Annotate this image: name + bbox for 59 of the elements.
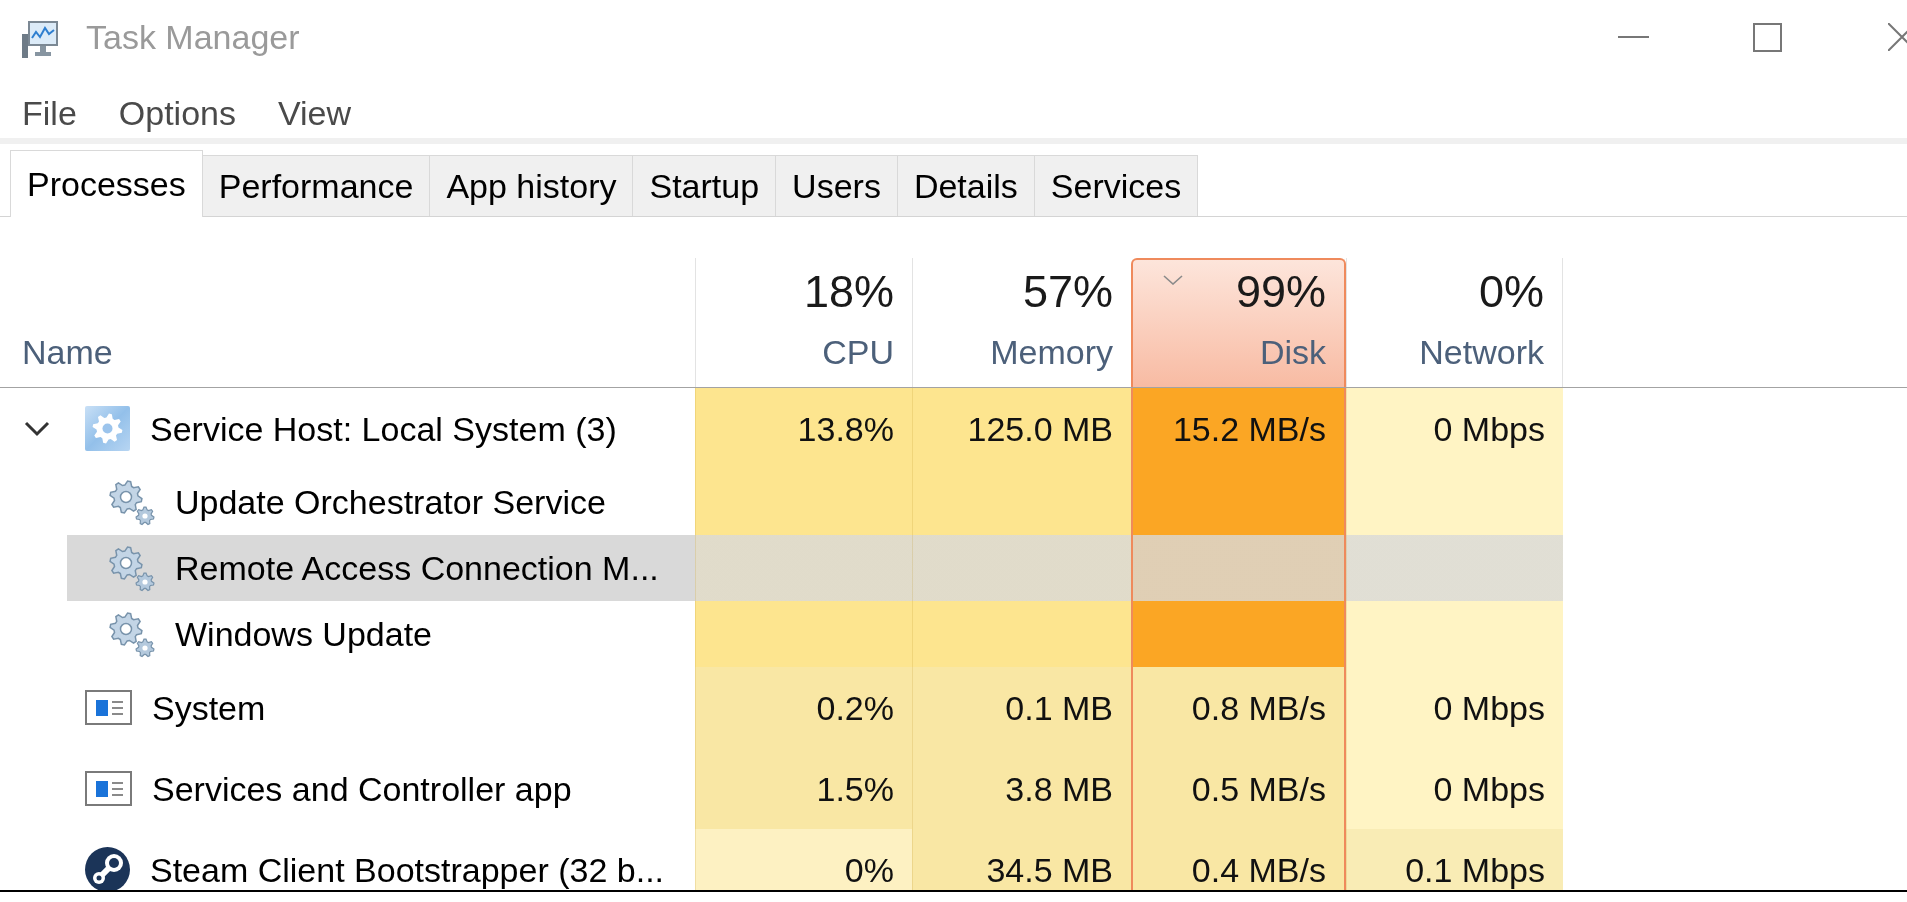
minimize-icon — [1617, 36, 1649, 38]
column-header[interactable]: 0% Network — [1346, 258, 1563, 387]
gears-icon — [107, 478, 155, 526]
usage-total: 18% — [803, 266, 894, 318]
expand-chevron-icon[interactable] — [24, 420, 50, 437]
process-row[interactable]: Steam Client Bootstrapper (32 b... 0% 34.5 MB 0.4 MB/s 0.1 Mbps — [0, 829, 1563, 890]
window-title: Task Manager — [86, 17, 300, 57]
table-cell: 0.8 MB/s — [1131, 667, 1346, 748]
table-cell: 0 Mbps — [1346, 748, 1563, 829]
gears-icon — [107, 610, 155, 658]
close-icon — [1888, 23, 1907, 51]
table-cell: 0.5 MB/s — [1131, 748, 1346, 829]
process-row[interactable]: Services and Controller app 1.5% 3.8 MB 0.5 MB/s 0 Mbps — [0, 748, 1563, 829]
table-cell: 0 Mbps — [1346, 667, 1563, 748]
maximize-icon — [1752, 22, 1782, 52]
process-row[interactable]: Windows Update — [0, 601, 1563, 667]
usage-total: 99% — [1235, 266, 1326, 318]
table-cell: 0.4 MB/s — [1131, 829, 1346, 890]
process-row[interactable]: Update Orchestrator Service — [0, 469, 1563, 535]
gear-tile-icon — [85, 406, 130, 451]
table-cell: 0.2% — [695, 667, 912, 748]
process-row[interactable]: Service Host: Local System (3) 13.8% 125.0 MB 15.2 MB/s 0 Mbps — [0, 388, 1563, 469]
table-cell: 3.8 MB — [912, 748, 1131, 829]
table-cell: 125.0 MB — [912, 388, 1131, 469]
table-cell: 0.1 MB — [912, 667, 1131, 748]
column-header[interactable]: 99% Disk — [1131, 258, 1346, 387]
table-cell: 0% — [695, 829, 912, 890]
table-cell: 1.5% — [695, 748, 912, 829]
tab[interactable]: Details — [896, 155, 1035, 216]
usage-total: 57% — [1022, 266, 1113, 318]
table-cell: 13.8% — [695, 388, 912, 469]
table-cell: 15.2 MB/s — [1131, 388, 1346, 469]
app-window-icon — [85, 771, 132, 806]
table-cell: 0 Mbps — [1346, 388, 1563, 469]
process-name: Update Orchestrator Service — [175, 484, 606, 520]
app-window-icon — [85, 690, 132, 725]
tab[interactable]: Processes — [10, 150, 203, 217]
usage-total: 0% — [1478, 266, 1544, 318]
menu-item[interactable]: View — [266, 91, 364, 135]
sort-chevron-icon — [1163, 275, 1183, 285]
table-cell: 0.1 Mbps — [1346, 829, 1563, 890]
tab[interactable]: Performance — [201, 155, 431, 216]
tab[interactable]: Startup — [632, 155, 777, 216]
round-logo-icon — [85, 847, 130, 890]
process-name: Services and Controller app — [152, 770, 572, 807]
process-name: Windows Update — [175, 616, 432, 652]
tab[interactable]: Services — [1033, 155, 1199, 216]
table-cell: 34.5 MB — [912, 829, 1131, 890]
process-row[interactable]: System 0.2% 0.1 MB 0.8 MB/s 0 Mbps — [0, 667, 1563, 748]
monitor-graph-icon — [22, 20, 58, 58]
tab[interactable]: App history — [429, 155, 634, 216]
process-name: System — [152, 689, 266, 726]
gears-icon — [107, 544, 155, 592]
menu-item[interactable]: Options — [106, 91, 248, 135]
tab[interactable]: Users — [775, 155, 898, 216]
process-name: Service Host: Local System (3) — [150, 410, 617, 447]
menu-item[interactable]: File — [10, 91, 89, 135]
process-name: Remote Access Connection M... — [175, 550, 659, 586]
process-name: Steam Client Bootstrapper (32 b... — [150, 851, 665, 888]
